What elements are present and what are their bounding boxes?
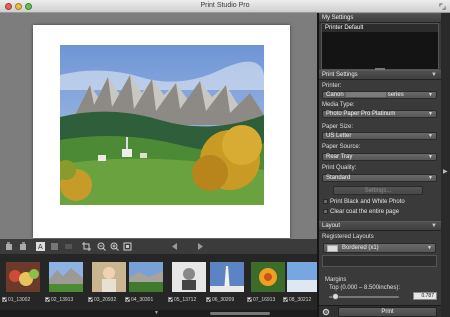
registered-layouts-label: Registered Layouts	[322, 234, 374, 240]
svg-text:A: A	[38, 244, 43, 251]
paper-preview	[33, 25, 290, 238]
paper-size-label: Paper Size:	[322, 124, 354, 130]
thumbnail-item[interactable]: 06_30209	[206, 259, 248, 307]
scroll-down-arrow-icon[interactable]: ▼	[154, 310, 159, 316]
thumbnail-strip: 01_13002 02_13913 03_20932 04_30301 05_1…	[0, 254, 321, 310]
thumbnail-scrollbar[interactable]: ▼	[0, 310, 317, 317]
fullscreen-icon[interactable]	[439, 3, 446, 10]
thumbnail-image	[6, 262, 40, 292]
margins-label: Margins	[325, 277, 347, 283]
preview-toolbar: A	[0, 239, 317, 254]
my-settings-list[interactable]: Printer Default	[321, 23, 439, 70]
thumbnail-image	[287, 262, 321, 292]
my-settings-item[interactable]: Printer Default	[322, 24, 438, 32]
gear-icon[interactable]	[322, 308, 330, 316]
previous-page-icon[interactable]	[170, 242, 179, 251]
settings-button[interactable]: Settings...	[333, 186, 423, 195]
print-settings-header[interactable]: Print Settings ▼	[319, 70, 441, 80]
dropdown-arrows-icon: ▼	[428, 154, 433, 160]
layout-select[interactable]: Bordered (x1) ▼	[323, 243, 436, 253]
thumbnail-item[interactable]: 05_13712	[168, 259, 210, 307]
thumbnail-image	[129, 262, 163, 292]
thumbnail-checkbox[interactable]	[168, 297, 173, 302]
layout-view-icon[interactable]	[50, 242, 59, 251]
paper-source-label: Paper Source:	[322, 144, 361, 150]
paper-source-select[interactable]: Rear Tray ▼	[322, 153, 437, 161]
print-quality-select[interactable]: Standard ▼	[322, 174, 437, 182]
settings-panel: My Settings Printer Default ℹ − + Print …	[319, 13, 441, 317]
dropdown-arrows-icon: ▼	[427, 245, 432, 251]
thumbnail-item[interactable]: 02_13913	[45, 259, 87, 307]
printer-select[interactable]: Canon series ▼	[322, 91, 437, 99]
thumbnail-checkbox[interactable]	[45, 297, 50, 302]
print-bw-checkbox[interactable]: Print Black and White Photo	[323, 199, 405, 205]
zoom-out-icon[interactable]	[97, 242, 106, 251]
top-margin-slider[interactable]	[329, 293, 399, 300]
printer-label: Printer:	[322, 83, 342, 89]
title-bar: Print Studio Pro	[0, 0, 450, 13]
layout-header[interactable]: Layout ▼	[319, 221, 441, 231]
thumbnail-checkbox[interactable]	[247, 297, 252, 302]
thumbnail-image	[210, 262, 244, 292]
dropdown-arrows-icon: ▼	[428, 133, 433, 139]
thumbnail-image	[251, 262, 285, 292]
collapse-arrow-icon: ▼	[431, 223, 437, 229]
fit-view-icon[interactable]	[123, 242, 132, 251]
media-type-select[interactable]: Photo Paper Pro Platinum ▼	[322, 110, 437, 118]
crop-icon[interactable]	[82, 242, 91, 251]
print-button[interactable]: Print	[338, 307, 437, 317]
my-settings-header: My Settings	[319, 13, 441, 23]
window-title: Print Studio Pro	[200, 2, 250, 9]
dropdown-arrows-icon: ▼	[428, 175, 433, 181]
rotate-left-icon[interactable]	[5, 242, 14, 251]
layout-bordered-icon	[327, 245, 338, 252]
thumbnail-image	[172, 262, 206, 292]
layout-preview-box	[322, 255, 437, 267]
collapse-arrow-icon: ▼	[431, 72, 437, 78]
thumbnail-checkbox[interactable]	[88, 297, 93, 302]
dropdown-arrows-icon: ▼	[428, 92, 433, 98]
thumbnail-item[interactable]: 04_30301	[125, 259, 167, 307]
top-margin-label: Top (0.000 – 8.500inches):	[329, 285, 401, 291]
rotate-right-icon[interactable]	[18, 242, 27, 251]
thumbnail-image	[92, 262, 126, 292]
next-page-icon[interactable]	[196, 242, 205, 251]
thumbnail-checkbox[interactable]	[206, 297, 211, 302]
thumbnail-checkbox[interactable]	[2, 297, 7, 302]
redacted-model	[345, 92, 386, 97]
panel-toggle[interactable]: ▶	[441, 13, 450, 317]
thumbnail-image	[49, 262, 83, 292]
chevron-right-icon: ▶	[443, 169, 448, 175]
thumbnail-item[interactable]: 03_20932	[88, 259, 130, 307]
print-quality-label: Print Quality:	[322, 165, 357, 171]
checkbox-box	[323, 199, 328, 204]
preview-photo[interactable]	[60, 45, 264, 205]
thumbnail-item[interactable]: 01_13002	[2, 259, 44, 307]
zoom-in-icon[interactable]	[110, 242, 119, 251]
panel-footer: Print	[319, 305, 441, 317]
text-tool-icon[interactable]: A	[36, 242, 45, 251]
print-preview-area	[0, 13, 317, 239]
dropdown-arrows-icon: ▼	[428, 111, 433, 117]
slider-knob[interactable]	[331, 293, 339, 300]
media-type-label: Media Type:	[322, 102, 355, 108]
scrollbar-thumb[interactable]	[210, 312, 270, 315]
checkbox-box	[323, 209, 328, 214]
single-view-icon[interactable]	[64, 242, 73, 251]
clear-coat-checkbox[interactable]: Clear coat the entire page	[323, 209, 399, 215]
thumbnail-checkbox[interactable]	[283, 297, 288, 302]
paper-size-select[interactable]: US Letter ▼	[322, 132, 437, 140]
thumbnail-checkbox[interactable]	[125, 297, 130, 302]
top-margin-input[interactable]: 0.787	[413, 292, 437, 300]
